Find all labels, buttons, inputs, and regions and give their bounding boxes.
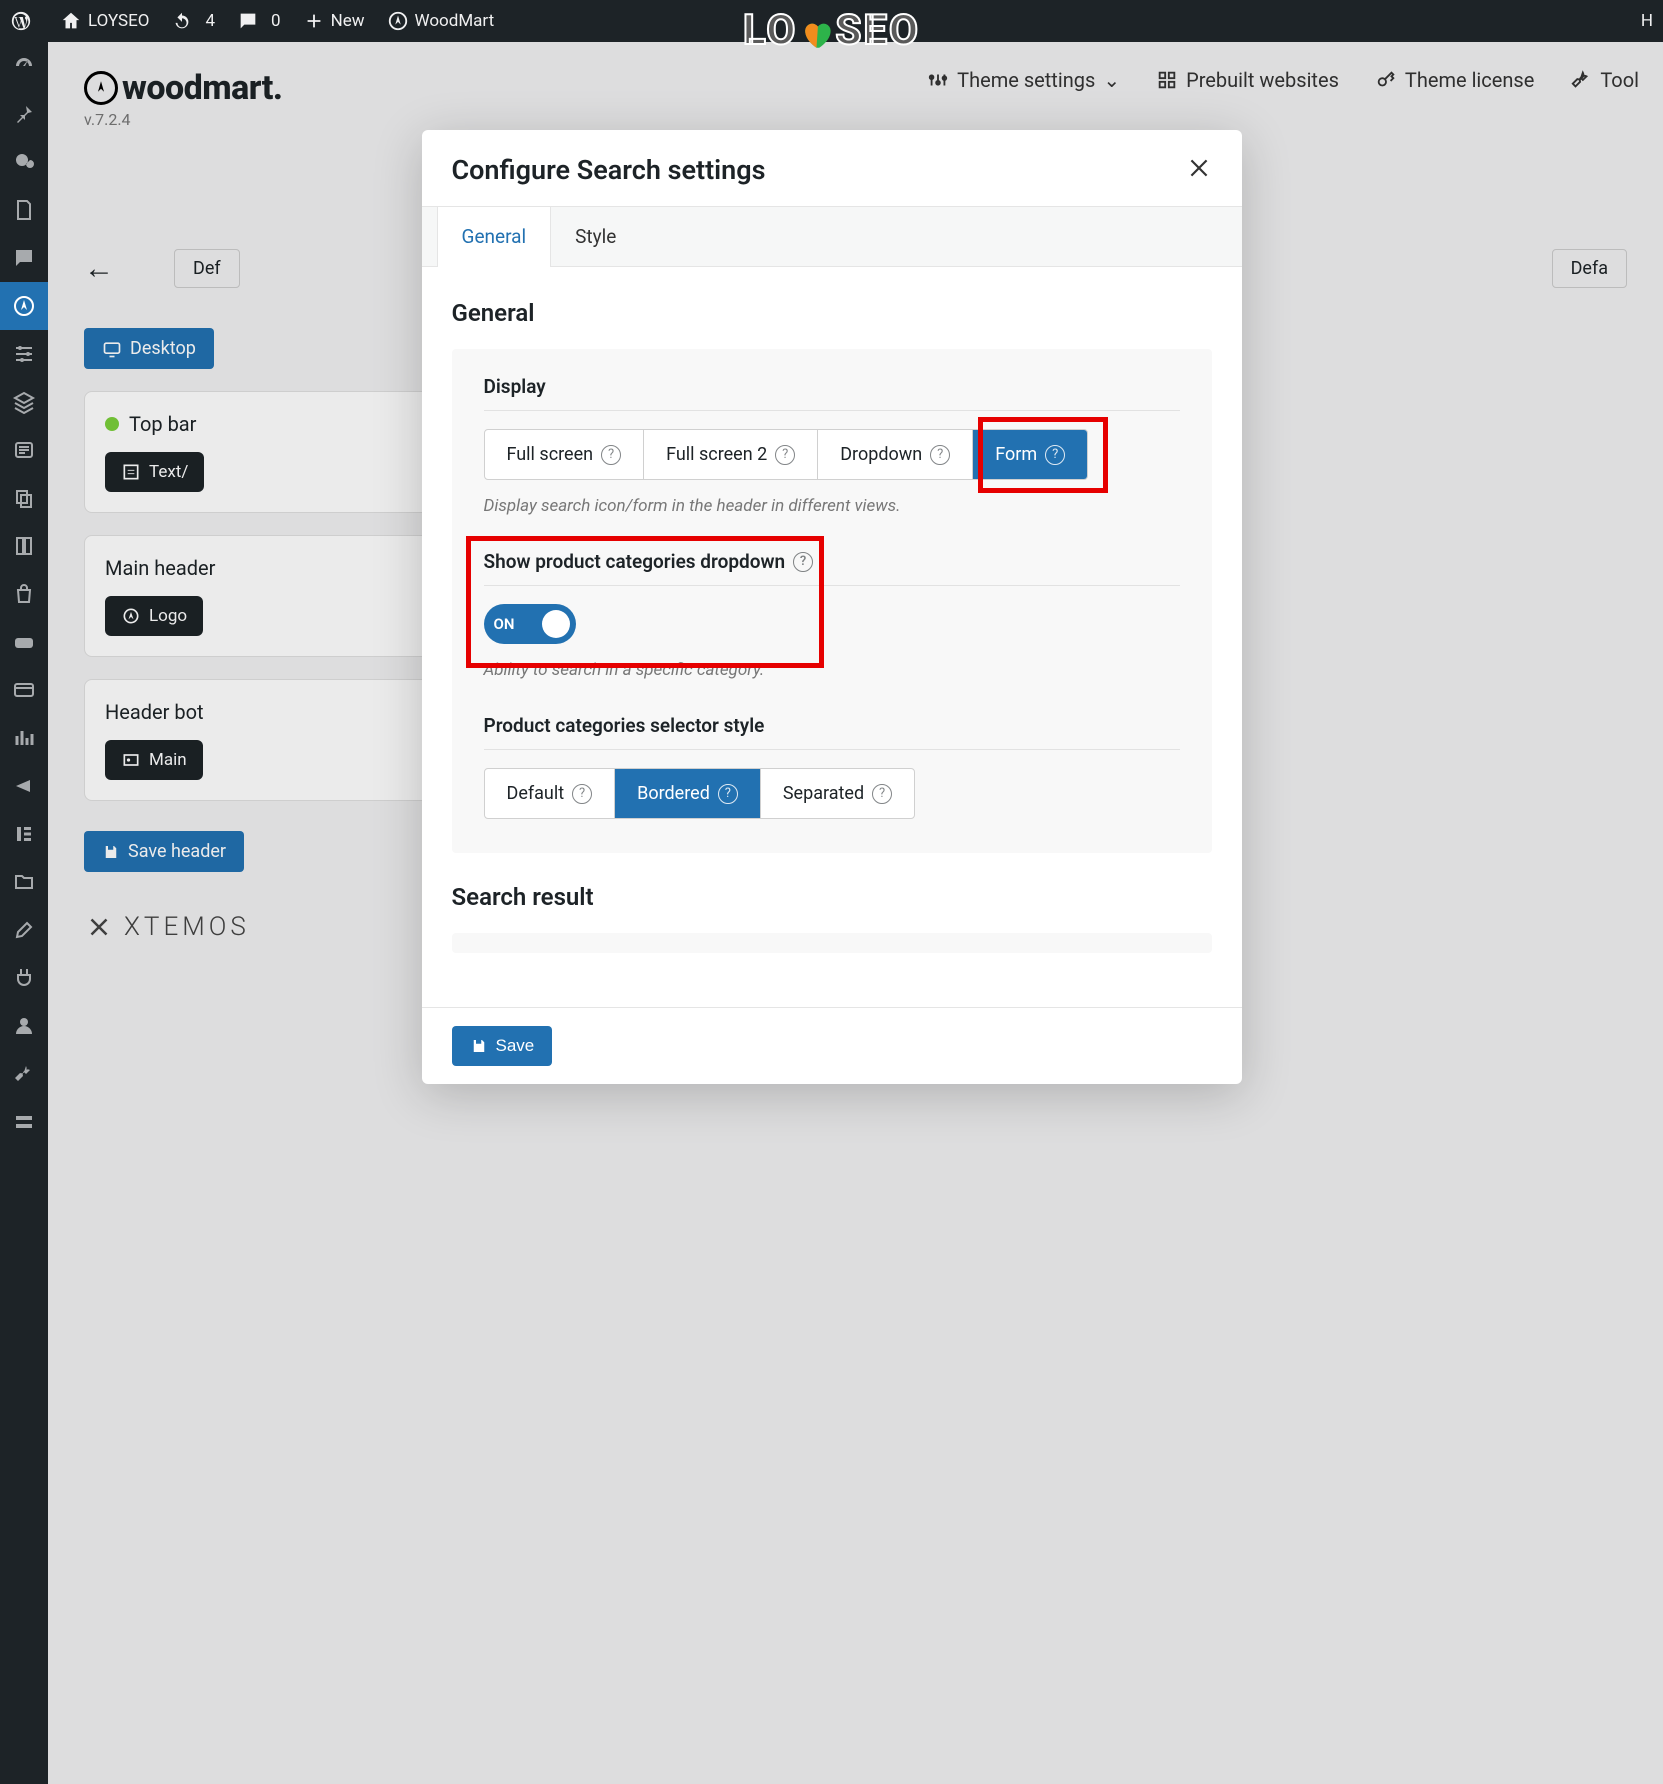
opt-separated[interactable]: Separated? [761, 769, 914, 818]
sidebar-form[interactable] [0, 426, 48, 474]
sidebar-pin[interactable] [0, 90, 48, 138]
wp-logo[interactable] [10, 10, 38, 32]
opt-form[interactable]: Form? [973, 430, 1087, 479]
loyseo-watermark: LO SEO [743, 6, 920, 55]
sidebar-users[interactable] [0, 1002, 48, 1050]
save-button[interactable]: Save [452, 1026, 553, 1066]
help-icon[interactable]: ? [1045, 445, 1065, 465]
result-card [452, 933, 1212, 953]
heart-icon [799, 14, 833, 48]
sidebar-woodmart[interactable] [0, 282, 48, 330]
selstyle-title: Product categories selector style [484, 714, 1180, 737]
woodmart-label: WoodMart [415, 11, 495, 31]
opt-fullscreen2[interactable]: Full screen 2? [644, 430, 818, 479]
sidebar-tools[interactable] [0, 1050, 48, 1098]
showcat-hint: Ability to search in a specific category… [484, 660, 1180, 680]
admin-right-cut: H [1641, 11, 1653, 31]
sidebar-book[interactable] [0, 522, 48, 570]
sidebar-media[interactable] [0, 138, 48, 186]
new-label: New [331, 11, 365, 31]
sidebar-bag[interactable] [0, 570, 48, 618]
help-icon[interactable]: ? [872, 784, 892, 804]
opt-default[interactable]: Default? [485, 769, 616, 818]
sidebar-mega[interactable] [0, 762, 48, 810]
help-icon[interactable]: ? [930, 445, 950, 465]
help-icon[interactable]: ? [718, 784, 738, 804]
comments-count: 0 [271, 11, 281, 31]
opt-fullscreen[interactable]: Full screen? [485, 430, 645, 479]
updates-link[interactable]: 4 [171, 10, 215, 32]
help-icon[interactable]: ? [601, 445, 621, 465]
configure-search-modal: Configure Search settings General Style … [422, 130, 1242, 1084]
general-card: Display Full screen? Full screen 2? Drop… [452, 349, 1212, 853]
sidebar-elementor[interactable] [0, 810, 48, 858]
help-icon[interactable]: ? [793, 552, 813, 572]
sidebar-files[interactable] [0, 858, 48, 906]
display-title: Display [484, 375, 1180, 398]
close-icon[interactable] [1186, 155, 1212, 185]
home-link[interactable]: LOYSEO [60, 10, 149, 32]
selstyle-options: Default? Bordered? Separated? [484, 768, 916, 819]
modal-title: Configure Search settings [452, 154, 766, 186]
sidebar-sliders[interactable] [0, 330, 48, 378]
showcat-title: Show product categories dropdown? [484, 550, 1180, 573]
opt-bordered[interactable]: Bordered? [615, 769, 761, 818]
sidebar-woo[interactable] [0, 618, 48, 666]
sidebar-plugins[interactable] [0, 954, 48, 1002]
sidebar-pages[interactable] [0, 186, 48, 234]
showcat-toggle[interactable]: ON [484, 604, 576, 644]
woodmart-link[interactable]: WoodMart [387, 10, 495, 32]
sidebar-dashboard[interactable] [0, 42, 48, 90]
comments-link[interactable]: 0 [237, 10, 281, 32]
section-result-heading: Search result [452, 883, 1212, 911]
sidebar-brush[interactable] [0, 906, 48, 954]
modal-tabs: General Style [422, 206, 1242, 267]
display-options: Full screen? Full screen 2? Dropdown? Fo… [484, 429, 1089, 480]
sidebar-card[interactable] [0, 666, 48, 714]
display-hint: Display search icon/form in the header i… [484, 496, 1180, 516]
new-link[interactable]: New [303, 10, 365, 32]
sidebar-comments[interactable] [0, 234, 48, 282]
site-name: LOYSEO [88, 11, 149, 31]
sidebar-layers[interactable] [0, 378, 48, 426]
sidebar-stats[interactable] [0, 714, 48, 762]
tab-style[interactable]: Style [551, 207, 640, 266]
section-general-heading: General [452, 299, 1212, 327]
opt-dropdown[interactable]: Dropdown? [818, 430, 973, 479]
updates-count: 4 [205, 11, 215, 31]
wp-sidebar [0, 42, 48, 1784]
help-icon[interactable]: ? [572, 784, 592, 804]
sidebar-settings[interactable] [0, 1098, 48, 1146]
tab-general[interactable]: General [437, 206, 552, 267]
sidebar-copy[interactable] [0, 474, 48, 522]
help-icon[interactable]: ? [775, 445, 795, 465]
